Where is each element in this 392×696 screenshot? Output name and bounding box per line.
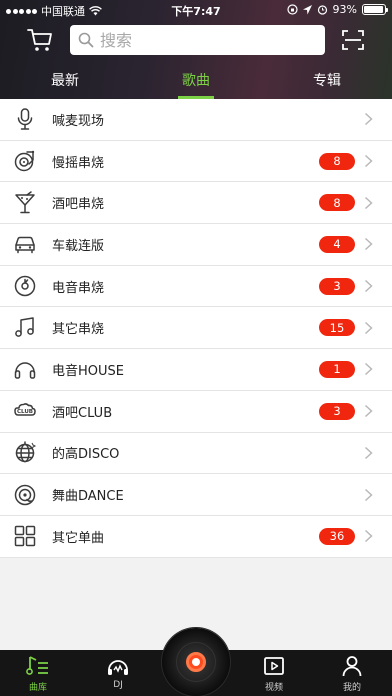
nav-label-dj: DJ xyxy=(113,680,123,690)
turntable-icon xyxy=(13,149,37,173)
category-label: 电音HOUSE xyxy=(52,363,124,379)
location-icon xyxy=(302,4,312,14)
search-icon xyxy=(78,32,94,48)
category-row[interactable]: 其它单曲 36 xyxy=(0,515,392,558)
search-input[interactable] xyxy=(100,30,300,50)
category-label: 的高DISCO xyxy=(52,447,120,463)
count-badge: 1 xyxy=(319,360,355,378)
video-icon xyxy=(264,657,284,675)
nav-dj[interactable]: DJ xyxy=(94,654,142,690)
nav-library[interactable]: 曲库 xyxy=(14,654,62,693)
category-label: 车载连版 xyxy=(52,238,105,254)
svg-text:CLUB: CLUB xyxy=(17,409,33,415)
chevron-right-icon xyxy=(364,446,373,459)
category-label: 慢摇串烧 xyxy=(52,155,105,171)
tab-songs[interactable]: 歌曲 xyxy=(182,70,210,90)
battery-icon xyxy=(362,4,388,15)
nav-profile[interactable]: 我的 xyxy=(328,654,376,693)
tab-latest[interactable]: 最新 xyxy=(51,70,79,90)
category-row[interactable]: 其它串烧 15 xyxy=(0,307,392,350)
category-row[interactable]: 酒吧串烧 8 xyxy=(0,182,392,225)
cart-icon[interactable] xyxy=(27,27,53,53)
club-icon: CLUB xyxy=(13,399,37,423)
category-label: 其它单曲 xyxy=(52,530,105,546)
nav-label-library: 曲库 xyxy=(28,683,47,693)
category-row[interactable]: 车载连版 4 xyxy=(0,224,392,266)
battery-percent: 93% xyxy=(332,3,357,16)
status-right: 93% xyxy=(286,3,388,16)
scan-icon[interactable] xyxy=(341,28,365,52)
chevron-right-icon xyxy=(364,238,373,251)
car-icon xyxy=(13,232,37,256)
category-row[interactable]: CLUB 酒吧CLUB 3 xyxy=(0,390,392,433)
tab-albums[interactable]: 专辑 xyxy=(313,70,341,90)
chevron-right-icon xyxy=(364,405,373,418)
count-badge: 8 xyxy=(319,194,355,212)
count-badge: 4 xyxy=(319,235,355,253)
chevron-right-icon xyxy=(364,321,373,334)
category-label: 舞曲DANCE xyxy=(52,489,124,505)
category-row[interactable]: 的高DISCO xyxy=(0,432,392,475)
chevron-right-icon xyxy=(364,530,373,543)
chevron-right-icon xyxy=(364,113,373,126)
lock-rotation-icon xyxy=(286,4,298,15)
alarm-icon xyxy=(317,5,327,15)
category-label: 酒吧CLUB xyxy=(52,405,113,421)
now-playing-disc[interactable] xyxy=(162,628,230,696)
chevron-right-icon xyxy=(364,154,373,168)
tab-bar: 最新 歌曲 专辑 xyxy=(0,62,392,99)
vinyl-icon xyxy=(13,274,37,298)
nav-video[interactable]: 视频 xyxy=(250,654,298,693)
category-row[interactable]: 舞曲DANCE xyxy=(0,474,392,516)
toolbar xyxy=(0,24,392,56)
chevron-right-icon xyxy=(364,196,373,209)
count-badge: 36 xyxy=(319,527,355,545)
header: 中国联通 下午7:47 93% 搜索 最新 歌曲 专辑 xyxy=(0,0,392,99)
status-bar: 中国联通 下午7:47 93% xyxy=(0,0,392,20)
profile-icon xyxy=(342,656,362,677)
category-list: 喊麦现场慢摇串烧 8 酒吧串烧 8 车载连版 4 电音串烧 3 其它串烧 15 电音HOUSE 1 CL… xyxy=(0,99,392,558)
category-row[interactable]: 电音HOUSE 1 xyxy=(0,349,392,391)
count-badge: 3 xyxy=(319,277,355,295)
count-badge: 15 xyxy=(319,319,355,337)
music-note-icon xyxy=(13,316,37,340)
disco-ball-icon xyxy=(13,441,37,465)
dj-headphones-icon xyxy=(108,660,128,675)
library-icon xyxy=(26,656,48,675)
count-badge: 8 xyxy=(319,152,355,170)
category-label: 其它串烧 xyxy=(52,322,105,338)
category-label: 喊麦现场 xyxy=(52,113,105,129)
chevron-right-icon xyxy=(364,280,373,293)
category-label: 电音串烧 xyxy=(52,280,105,296)
count-badge: 3 xyxy=(319,402,355,420)
grid-icon xyxy=(13,524,37,548)
search-box[interactable] xyxy=(70,25,325,55)
microphone-icon xyxy=(13,107,37,131)
category-row[interactable]: 慢摇串烧 8 xyxy=(0,140,392,183)
chevron-right-icon xyxy=(364,363,373,376)
category-label: 酒吧串烧 xyxy=(52,197,105,213)
headphones-icon xyxy=(13,357,37,381)
chevron-right-icon xyxy=(364,488,373,501)
category-row[interactable]: 喊麦现场 xyxy=(0,99,392,141)
category-row[interactable]: 电音串烧 3 xyxy=(0,265,392,308)
dance-disc-icon xyxy=(13,483,37,507)
nav-label-profile: 我的 xyxy=(342,683,361,693)
cocktail-icon xyxy=(13,190,37,215)
disc-hole xyxy=(192,658,200,666)
nav-label-video: 视频 xyxy=(264,683,283,693)
battery-level xyxy=(364,6,383,13)
